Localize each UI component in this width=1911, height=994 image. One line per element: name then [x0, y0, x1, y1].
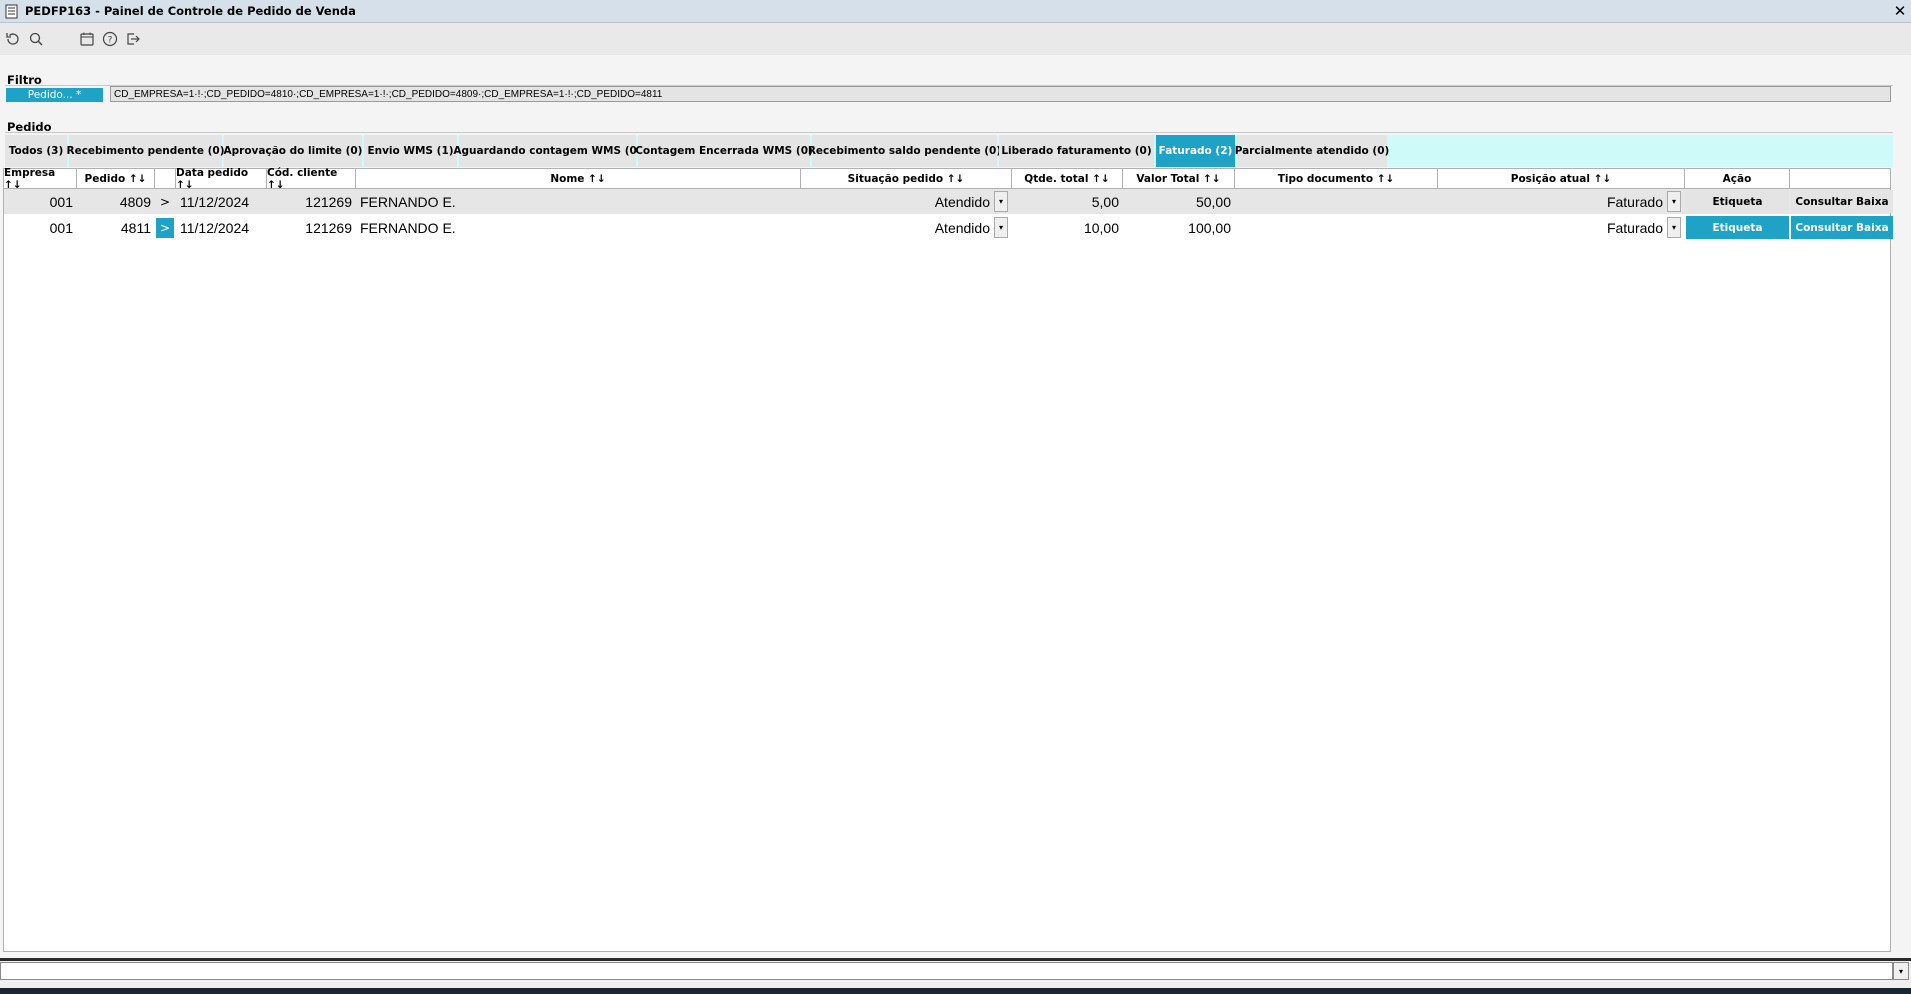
main-content: Filtro Pedido... * CD_EMPRESA=1·!·;CD_PE…	[0, 55, 1911, 960]
chevron-down-icon: ▾	[1898, 966, 1903, 976]
cell-situacao-pedido[interactable]: Atendido	[801, 215, 994, 240]
consultar-baixa-button[interactable]: Consultar Baixa	[1791, 216, 1893, 239]
taskbar	[0, 988, 1911, 994]
col-expander	[155, 169, 176, 188]
cell-tipo-documento	[1235, 215, 1438, 240]
cell-posicao-atual[interactable]: Faturado	[1438, 189, 1667, 214]
tab-faturado[interactable]: Faturado (2)	[1156, 135, 1235, 167]
col-cod-cliente[interactable]: Cód. cliente ↑↓	[267, 167, 356, 191]
app-document-icon	[5, 4, 18, 18]
cell-nome: FERNANDO E.	[360, 193, 456, 210]
row-expander-button[interactable]: >	[156, 192, 174, 212]
col-qtde-total[interactable]: Qtde. total ↑↓	[1012, 169, 1123, 188]
chevron-right-icon: >	[159, 195, 171, 209]
cell-data-pedido: 11/12/2024	[180, 219, 250, 236]
col-posicao-atual[interactable]: Posição atual ↑↓	[1438, 169, 1685, 188]
situacao-dropdown-button[interactable]: ▾	[994, 217, 1008, 238]
chevron-right-icon: >	[159, 221, 171, 235]
title-bar: PEDFP163 - Painel de Controle de Pedido …	[0, 0, 1911, 23]
cell-posicao-atual[interactable]: Faturado	[1438, 215, 1667, 240]
tab-liberado-faturamento[interactable]: Liberado faturamento (0)	[999, 135, 1154, 167]
window-title: PEDFP163 - Painel de Controle de Pedido …	[25, 4, 356, 18]
close-icon: ✕	[1893, 1, 1907, 20]
tab-recebimento-saldo-pendente[interactable]: Recebimento saldo pendente (0)	[808, 135, 1001, 167]
cell-nome: FERNANDO E.	[360, 219, 456, 236]
chevron-down-icon: ▾	[998, 197, 1003, 206]
cell-qtde-total: 5,00	[1091, 193, 1119, 210]
status-tabs: Todos (3) Recebimento pendente (0) Aprov…	[5, 135, 1893, 167]
col-acao-2	[1790, 169, 1894, 188]
filter-pedido-chip[interactable]: Pedido... *	[6, 88, 103, 102]
tab-recebimento-pendente[interactable]: Recebimento pendente (0)	[66, 135, 225, 167]
chevron-down-icon: ▾	[1671, 223, 1676, 232]
posicao-dropdown-button[interactable]: ▾	[1667, 191, 1681, 212]
pedido-divider	[5, 132, 1893, 133]
col-empresa[interactable]: Empresa ↑↓	[4, 167, 77, 191]
cell-valor-total: 100,00	[1188, 219, 1231, 236]
close-button[interactable]: ✕	[1891, 1, 1909, 20]
cell-cod-cliente: 121269	[305, 219, 352, 236]
table-row[interactable]: 001 4809 > 11/12/2024 121269 FERNANDO E.…	[4, 189, 1893, 214]
tab-aguardando-contagem-wms[interactable]: Aguardando contagem WMS (0)	[453, 135, 642, 167]
posicao-dropdown-button[interactable]: ▾	[1667, 217, 1681, 238]
chevron-down-icon: ▾	[1671, 197, 1676, 206]
cell-situacao-pedido[interactable]: Atendido	[801, 189, 994, 214]
col-acao: Ação	[1685, 169, 1790, 188]
orders-table: Empresa ↑↓ Pedido ↑↓ Data pedido ↑↓ Cód.…	[3, 167, 1893, 952]
cell-qtde-total: 10,00	[1083, 219, 1119, 236]
tab-aprovacao-limite[interactable]: Aprovação do limite (0)	[224, 135, 362, 167]
col-tipo-documento[interactable]: Tipo documento ↑↓	[1235, 169, 1438, 188]
exit-icon[interactable]	[123, 29, 143, 49]
status-message-field[interactable]	[0, 962, 1893, 980]
help-icon[interactable]: ?	[100, 29, 120, 49]
tab-contagem-encerrada-wms[interactable]: Contagem Encerrada WMS (0)	[635, 135, 813, 167]
cell-cod-cliente: 121269	[305, 193, 352, 210]
col-data-pedido[interactable]: Data pedido ↑↓	[176, 167, 267, 191]
status-divider	[0, 958, 1911, 961]
situacao-dropdown-button[interactable]: ▾	[994, 191, 1008, 212]
chevron-down-icon: ▾	[998, 223, 1003, 232]
cell-valor-total: 50,00	[1195, 193, 1231, 210]
consultar-baixa-button[interactable]: Consultar Baixa	[1791, 190, 1893, 213]
cell-pedido: 4809	[119, 193, 151, 210]
row-expander-button[interactable]: >	[156, 218, 174, 238]
filter-expression-field[interactable]: CD_EMPRESA=1·!·;CD_PEDIDO=4810·;CD_EMPRE…	[110, 86, 1891, 102]
cell-tipo-documento	[1235, 189, 1438, 214]
search-icon[interactable]	[26, 29, 46, 49]
calendar-icon[interactable]	[77, 29, 97, 49]
cell-pedido: 4811	[120, 219, 151, 236]
cell-empresa: 001	[49, 219, 73, 236]
table-header: Empresa ↑↓ Pedido ↑↓ Data pedido ↑↓ Cód.…	[4, 167, 1890, 191]
toolbar: ?	[0, 23, 1911, 55]
col-nome[interactable]: Nome ↑↓	[356, 169, 801, 188]
col-valor-total[interactable]: Valor Total ↑↓	[1123, 169, 1235, 188]
table-row[interactable]: 001 4811 > 11/12/2024 121269 FERNANDO E.…	[4, 215, 1893, 240]
etiqueta-button[interactable]: Etiqueta	[1686, 190, 1789, 213]
col-pedido[interactable]: Pedido ↑↓	[77, 169, 155, 188]
refresh-icon[interactable]	[3, 29, 23, 49]
cell-data-pedido: 11/12/2024	[180, 193, 250, 210]
status-dropdown-button[interactable]: ▾	[1893, 962, 1909, 980]
tab-parcialmente-atendido[interactable]: Parcialmente atendido (0)	[1235, 135, 1389, 167]
col-situacao-pedido[interactable]: Situação pedido ↑↓	[801, 169, 1012, 188]
tab-envio-wms[interactable]: Envio WMS (1)	[364, 135, 457, 167]
tab-todos[interactable]: Todos (3)	[5, 135, 67, 167]
etiqueta-button[interactable]: Etiqueta	[1686, 216, 1789, 239]
svg-text:?: ?	[108, 36, 113, 46]
cell-empresa: 001	[49, 193, 73, 210]
